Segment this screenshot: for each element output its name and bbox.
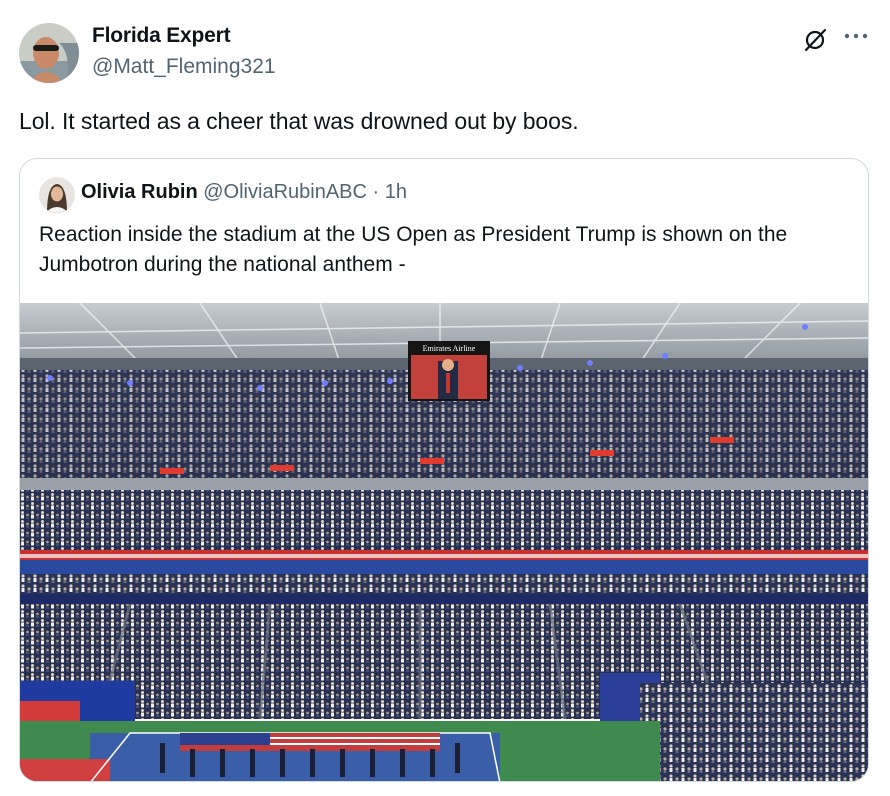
quote-header: Olivia Rubin @OliviaRubinABC · 1h xyxy=(81,181,407,204)
quote-author-handle[interactable]: @OliviaRubinABC xyxy=(203,181,367,203)
grok-icon xyxy=(804,28,827,52)
author-avatar-image xyxy=(19,23,79,83)
author-avatar[interactable] xyxy=(19,23,79,83)
quote-author-avatar[interactable] xyxy=(39,177,75,213)
more-options-button[interactable] xyxy=(838,22,874,50)
stadium-photo: Emirates Airline xyxy=(20,302,868,781)
more-horizontal-icon xyxy=(844,33,868,39)
author-handle[interactable]: @Matt_Fleming321 xyxy=(92,55,276,79)
quote-separator: · xyxy=(372,181,380,203)
quote-author-name[interactable]: Olivia Rubin xyxy=(81,181,198,203)
quote-media-image[interactable]: Emirates Airline xyxy=(20,302,868,781)
grok-button[interactable] xyxy=(799,24,831,56)
quoted-tweet[interactable]: Olivia Rubin @OliviaRubinABC · 1h Reacti… xyxy=(19,158,869,782)
jumbotron-label: Emirates Airline xyxy=(423,344,476,353)
quote-text: Reaction inside the stadium at the US Op… xyxy=(39,223,788,276)
quote-author-avatar-image xyxy=(39,177,75,213)
quote-timestamp[interactable]: 1h xyxy=(385,181,407,203)
tweet-text: Lol. It started as a cheer that was drow… xyxy=(19,108,579,134)
author-name[interactable]: Florida Expert xyxy=(92,24,231,48)
